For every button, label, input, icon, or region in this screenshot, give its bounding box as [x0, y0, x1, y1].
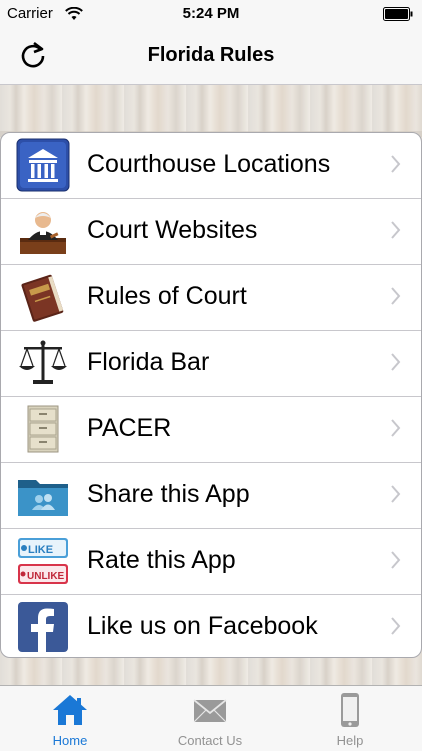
- share-folder-icon: [18, 480, 68, 516]
- navigation-bar: Florida Rules: [0, 28, 422, 85]
- menu-item-court-websites[interactable]: Court Websites: [1, 199, 421, 265]
- envelope-icon: [193, 699, 227, 723]
- menu-item-share-this-app[interactable]: Share this App: [1, 463, 421, 529]
- phone-icon: [341, 693, 359, 727]
- courthouse-icon: [16, 138, 70, 192]
- law-book-icon: [21, 274, 64, 322]
- menu-item-rules-of-court[interactable]: Rules of Court: [1, 265, 421, 331]
- menu-item-label: Florida Bar: [87, 348, 210, 376]
- battery-icon: [383, 7, 413, 21]
- judge-icon: [20, 212, 66, 254]
- menu-item-courthouse-locations[interactable]: Courthouse Locations: [1, 133, 421, 199]
- menu-item-label: Rules of Court: [87, 282, 247, 310]
- status-bar: Carrier 5:24 PM: [0, 0, 422, 28]
- menu-item-like-us-on-facebook[interactable]: Like us on Facebook: [1, 595, 421, 657]
- menu-item-label: Rate this App: [87, 546, 236, 574]
- chevron-right-icon: [391, 287, 401, 305]
- menu-item-label: Share this App: [87, 480, 250, 508]
- tab-bar: Home Contact Us Help: [0, 685, 422, 751]
- menu-item-label: Court Websites: [87, 216, 258, 244]
- chevron-right-icon: [391, 551, 401, 569]
- chevron-right-icon: [391, 155, 401, 173]
- tab-home[interactable]: Home: [0, 686, 140, 751]
- menu-item-rate-this-app[interactable]: LIKE UNLIKE Rate this App: [1, 529, 421, 595]
- tab-help[interactable]: Help: [280, 686, 420, 751]
- chevron-right-icon: [391, 419, 401, 437]
- menu-item-florida-bar[interactable]: Florida Bar: [1, 331, 421, 397]
- page-title: Florida Rules: [147, 44, 275, 66]
- svg-text:LIKE: LIKE: [28, 544, 53, 556]
- chevron-right-icon: [391, 353, 401, 371]
- like-unlike-icon: LIKE UNLIKE: [18, 538, 68, 584]
- menu-item-label: PACER: [87, 414, 172, 442]
- menu-item-label: Like us on Facebook: [87, 612, 318, 640]
- menu-item-pacer[interactable]: PACER: [1, 397, 421, 463]
- tab-label: Home: [52, 733, 88, 748]
- chevron-right-icon: [391, 221, 401, 239]
- scales-icon: [19, 340, 67, 384]
- clock: 5:24 PM: [182, 5, 240, 22]
- chevron-right-icon: [391, 617, 401, 635]
- tab-label: Contact Us: [177, 733, 243, 748]
- menu-item-label: Courthouse Locations: [87, 150, 331, 178]
- svg-text:UNLIKE: UNLIKE: [27, 571, 65, 582]
- home-icon: [53, 695, 87, 725]
- chevron-right-icon: [391, 485, 401, 503]
- menu-list: Courthouse Locations Court Websites Rule: [0, 132, 422, 658]
- tab-contact-us[interactable]: Contact Us: [140, 686, 280, 751]
- facebook-icon: [18, 602, 68, 652]
- file-cabinet-icon: [27, 405, 59, 453]
- tab-label: Help: [336, 733, 364, 748]
